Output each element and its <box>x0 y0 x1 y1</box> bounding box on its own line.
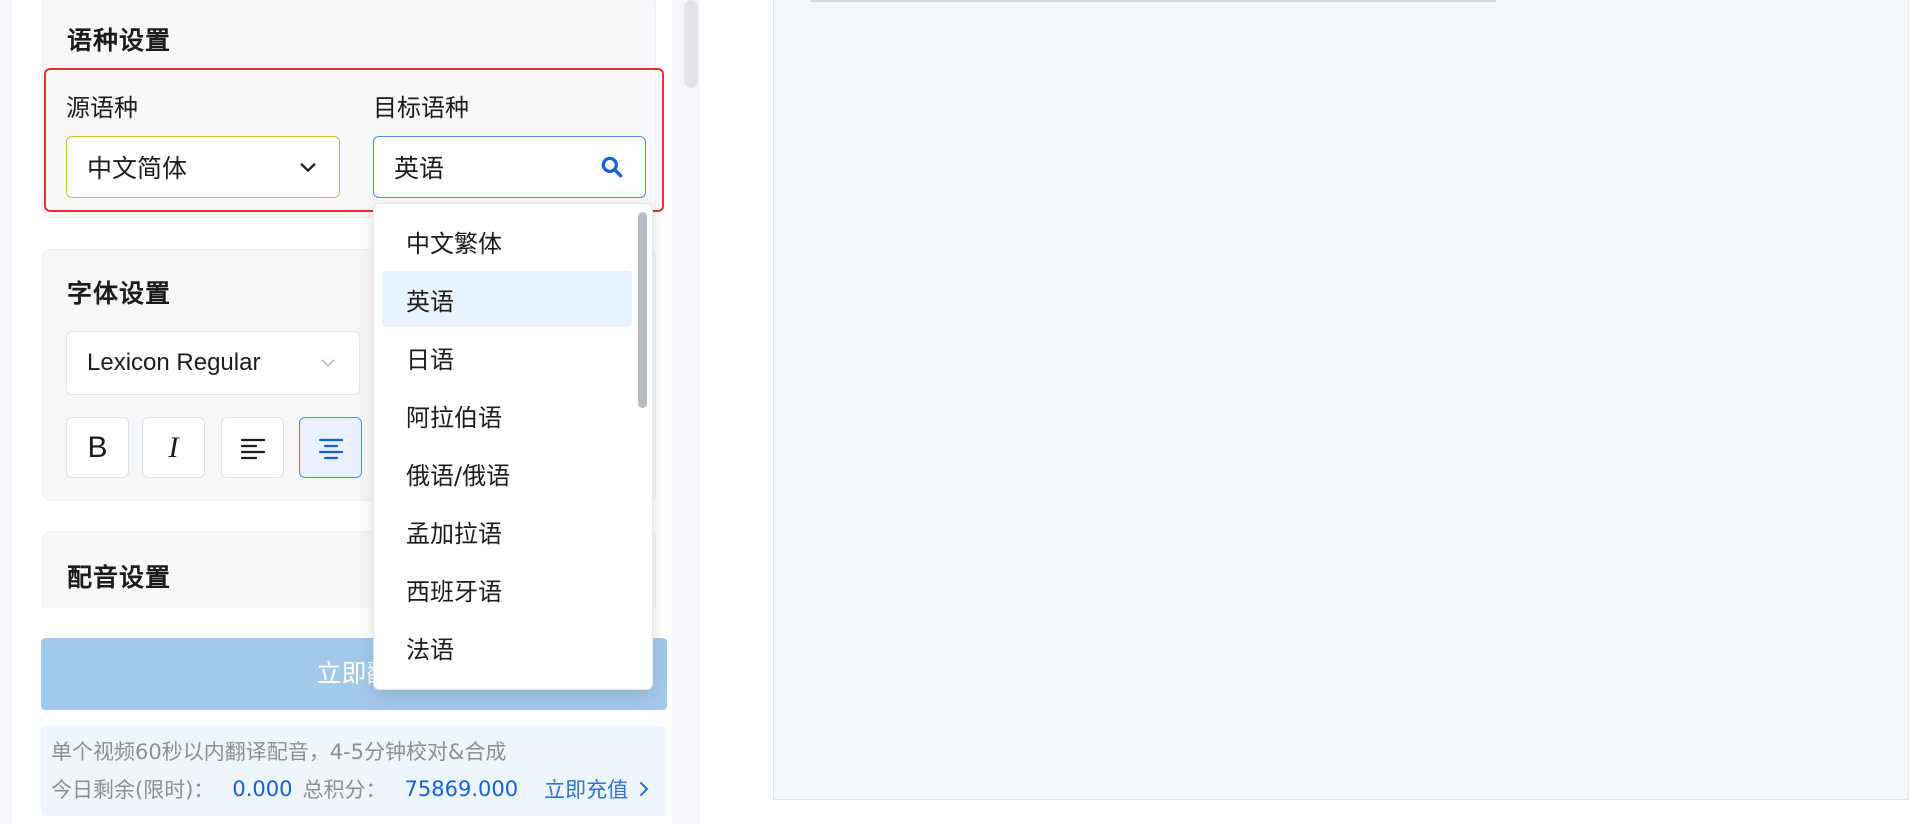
dropdown-option[interactable]: 西班牙语 <box>382 561 632 617</box>
dropdown-option[interactable]: 俄语/俄语 <box>382 445 632 501</box>
source-language-select[interactable]: 中文简体 <box>66 136 340 198</box>
target-language-value: 英语 <box>394 154 445 183</box>
target-language-search-input[interactable]: 英语 <box>373 136 646 198</box>
remaining-value: 0.000 <box>232 777 293 801</box>
dropdown-scrollbar[interactable] <box>638 212 647 408</box>
points-label: 总积分： <box>302 778 387 802</box>
dropdown-option[interactable]: 中文繁体 <box>382 213 632 269</box>
dropdown-option[interactable]: 孟加拉语 <box>382 503 632 559</box>
dropdown-option-selected[interactable]: 英语 <box>382 271 632 327</box>
target-language-label: 目标语种 <box>373 94 469 122</box>
dubbing-settings-title: 配音设置 <box>67 563 172 592</box>
font-family-select[interactable]: Lexicon Regular <box>66 331 360 395</box>
align-center-icon <box>318 438 343 459</box>
dropdown-option[interactable]: 法语 <box>382 619 632 675</box>
bold-icon: B <box>87 430 108 464</box>
align-left-icon <box>240 438 265 459</box>
remaining-label: 今日剩余(限时)： <box>51 778 215 802</box>
italic-icon: I <box>168 430 179 464</box>
align-center-button[interactable] <box>299 417 362 478</box>
preview-top-border <box>810 0 1496 2</box>
source-language-value: 中文简体 <box>87 154 188 183</box>
search-icon[interactable] <box>599 154 625 180</box>
recharge-label: 立即充值 <box>544 778 629 802</box>
target-language-dropdown: 中文繁体 英语 日语 阿拉伯语 俄语/俄语 孟加拉语 西班牙语 法语 <box>373 203 653 690</box>
usage-info-box: 单个视频60秒以内翻译配音，4-5分钟校对&合成 今日剩余(限时)： 0.000… <box>41 726 667 816</box>
chevron-down-icon <box>321 359 335 367</box>
chevron-right-icon <box>640 782 649 796</box>
points-value: 75869.000 <box>404 777 519 801</box>
panel-scrollbar[interactable] <box>684 0 698 88</box>
recharge-link[interactable]: 立即充值 <box>544 774 650 804</box>
source-language-label: 源语种 <box>66 94 138 122</box>
align-left-button[interactable] <box>221 417 284 478</box>
italic-button[interactable]: I <box>142 417 205 478</box>
font-settings-title: 字体设置 <box>67 279 172 308</box>
bold-button[interactable]: B <box>66 417 129 478</box>
dropdown-option[interactable]: 阿拉伯语 <box>382 387 632 443</box>
divider <box>700 0 728 824</box>
dropdown-option[interactable]: 日语 <box>382 329 632 385</box>
video-preview-area <box>773 0 1909 800</box>
font-family-value: Lexicon Regular <box>87 349 261 376</box>
usage-stats: 今日剩余(限时)： 0.000 总积分： 75869.000 立即充值 <box>51 774 650 804</box>
chevron-down-icon <box>300 163 316 172</box>
usage-note: 单个视频60秒以内翻译配音，4-5分钟校对&合成 <box>51 740 507 764</box>
language-settings-title: 语种设置 <box>67 26 172 55</box>
